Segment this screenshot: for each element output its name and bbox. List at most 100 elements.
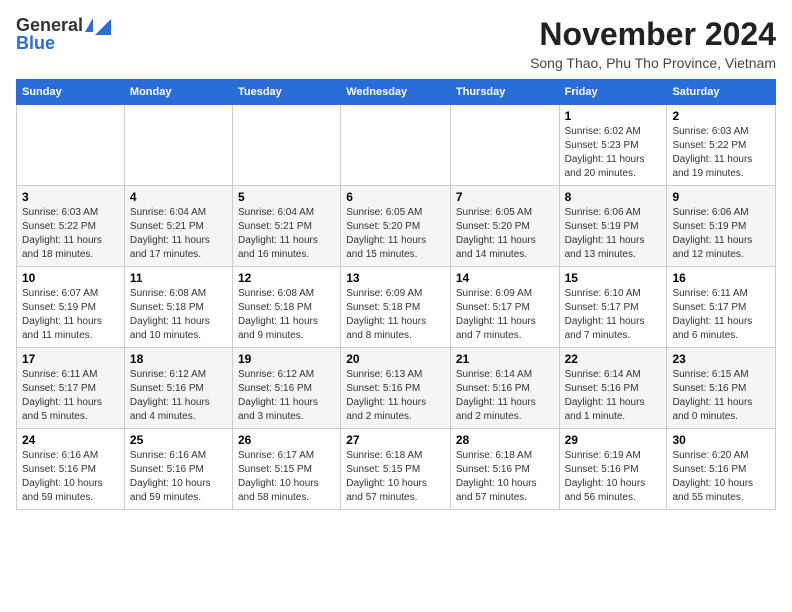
day-cell: 8 Sunrise: 6:06 AMSunset: 5:19 PMDaylight…	[559, 186, 667, 267]
day-cell	[232, 105, 340, 186]
day-number: 21	[456, 352, 554, 366]
day-cell: 2 Sunrise: 6:03 AMSunset: 5:22 PMDaylight…	[667, 105, 776, 186]
day-info: Sunrise: 6:07 AMSunset: 5:19 PMDaylight:…	[22, 287, 119, 343]
day-info: Sunrise: 6:12 AMSunset: 5:16 PMDaylight:…	[130, 368, 227, 424]
day-info: Sunrise: 6:17 AMSunset: 5:15 PMDaylight:…	[238, 449, 335, 505]
day-cell: 10Sunrise: 6:07 AMSunset: 5:19 PMDayligh…	[17, 267, 125, 348]
day-info: Sunrise: 6:10 AMSunset: 5:17 PMDaylight:…	[565, 287, 662, 343]
day-cell: 25 Sunrise: 6:16 AMSunset: 5:16 PMDayligh…	[124, 429, 232, 510]
day-info: Sunrise: 6:12 AMSunset: 5:16 PMDaylight:…	[238, 368, 335, 424]
day-number: 8	[565, 190, 662, 204]
day-number: 30	[672, 433, 770, 447]
day-number: 2	[672, 109, 770, 123]
title-area: November 2024 Song Thao, Phu Tho Provinc…	[530, 16, 776, 71]
day-cell: 30 Sunrise: 6:20 AMSunset: 5:16 PMDayligh…	[667, 429, 776, 510]
day-info: Sunrise: 6:20 AMSunset: 5:16 PMDaylight:…	[672, 449, 770, 505]
week-row-4: 24 Sunrise: 6:16 AMSunset: 5:16 PMDayligh…	[17, 429, 776, 510]
day-cell: 20Sunrise: 6:13 AMSunset: 5:16 PMDayligh…	[341, 348, 451, 429]
day-info: Sunrise: 6:04 AMSunset: 5:21 PMDaylight:…	[130, 206, 227, 262]
day-cell: 22 Sunrise: 6:14 AMSunset: 5:16 PMDayligh…	[559, 348, 667, 429]
day-number: 1	[565, 109, 662, 123]
day-info: Sunrise: 6:08 AMSunset: 5:18 PMDaylight:…	[238, 287, 335, 343]
day-info: Sunrise: 6:16 AMSunset: 5:16 PMDaylight:…	[130, 449, 227, 505]
column-header-sunday: Sunday	[17, 80, 125, 105]
day-info: Sunrise: 6:02 AMSunset: 5:23 PMDaylight:…	[565, 125, 662, 181]
location-subtitle: Song Thao, Phu Tho Province, Vietnam	[530, 55, 776, 71]
day-number: 28	[456, 433, 554, 447]
day-info: Sunrise: 6:04 AMSunset: 5:21 PMDaylight:…	[238, 206, 335, 262]
logo-general: General	[16, 16, 83, 34]
day-cell	[17, 105, 125, 186]
column-header-monday: Monday	[124, 80, 232, 105]
header: General Blue November 2024 Song Thao, Ph…	[16, 16, 776, 71]
day-cell: 18 Sunrise: 6:12 AMSunset: 5:16 PMDayligh…	[124, 348, 232, 429]
week-row-0: 1 Sunrise: 6:02 AMSunset: 5:23 PMDaylight…	[17, 105, 776, 186]
day-number: 6	[346, 190, 445, 204]
day-info: Sunrise: 6:03 AMSunset: 5:22 PMDaylight:…	[22, 206, 119, 262]
day-number: 15	[565, 271, 662, 285]
calendar: SundayMondayTuesdayWednesdayThursdayFrid…	[16, 79, 776, 510]
header-row: SundayMondayTuesdayWednesdayThursdayFrid…	[17, 80, 776, 105]
day-number: 16	[672, 271, 770, 285]
column-header-saturday: Saturday	[667, 80, 776, 105]
logo-icon	[85, 18, 93, 32]
day-info: Sunrise: 6:18 AMSunset: 5:16 PMDaylight:…	[456, 449, 554, 505]
day-cell: 7 Sunrise: 6:05 AMSunset: 5:20 PMDaylight…	[450, 186, 559, 267]
day-cell: 27Sunrise: 6:18 AMSunset: 5:15 PMDayligh…	[341, 429, 451, 510]
day-cell: 5 Sunrise: 6:04 AMSunset: 5:21 PMDaylight…	[232, 186, 340, 267]
day-info: Sunrise: 6:09 AMSunset: 5:17 PMDaylight:…	[456, 287, 554, 343]
day-number: 14	[456, 271, 554, 285]
day-info: Sunrise: 6:11 AMSunset: 5:17 PMDaylight:…	[672, 287, 770, 343]
month-title: November 2024	[530, 16, 776, 53]
day-cell: 6Sunrise: 6:05 AMSunset: 5:20 PMDaylight…	[341, 186, 451, 267]
day-number: 29	[565, 433, 662, 447]
day-info: Sunrise: 6:06 AMSunset: 5:19 PMDaylight:…	[565, 206, 662, 262]
day-cell: 21 Sunrise: 6:14 AMSunset: 5:16 PMDayligh…	[450, 348, 559, 429]
day-number: 4	[130, 190, 227, 204]
day-cell: 4 Sunrise: 6:04 AMSunset: 5:21 PMDaylight…	[124, 186, 232, 267]
day-number: 18	[130, 352, 227, 366]
day-info: Sunrise: 6:14 AMSunset: 5:16 PMDaylight:…	[565, 368, 662, 424]
day-cell: 23 Sunrise: 6:15 AMSunset: 5:16 PMDayligh…	[667, 348, 776, 429]
day-info: Sunrise: 6:13 AMSunset: 5:16 PMDaylight:…	[346, 368, 445, 424]
column-header-tuesday: Tuesday	[232, 80, 340, 105]
day-cell: 24 Sunrise: 6:16 AMSunset: 5:16 PMDayligh…	[17, 429, 125, 510]
day-number: 22	[565, 352, 662, 366]
day-number: 7	[456, 190, 554, 204]
day-info: Sunrise: 6:16 AMSunset: 5:16 PMDaylight:…	[22, 449, 119, 505]
day-info: Sunrise: 6:19 AMSunset: 5:16 PMDaylight:…	[565, 449, 662, 505]
day-cell: 14 Sunrise: 6:09 AMSunset: 5:17 PMDayligh…	[450, 267, 559, 348]
day-info: Sunrise: 6:11 AMSunset: 5:17 PMDaylight:…	[22, 368, 119, 424]
day-cell	[450, 105, 559, 186]
day-cell: 3Sunrise: 6:03 AMSunset: 5:22 PMDaylight…	[17, 186, 125, 267]
day-number: 9	[672, 190, 770, 204]
column-header-wednesday: Wednesday	[341, 80, 451, 105]
day-cell	[341, 105, 451, 186]
day-number: 5	[238, 190, 335, 204]
day-info: Sunrise: 6:03 AMSunset: 5:22 PMDaylight:…	[672, 125, 770, 181]
day-number: 23	[672, 352, 770, 366]
column-header-thursday: Thursday	[450, 80, 559, 105]
day-cell: 11Sunrise: 6:08 AMSunset: 5:18 PMDayligh…	[124, 267, 232, 348]
day-cell: 12 Sunrise: 6:08 AMSunset: 5:18 PMDayligh…	[232, 267, 340, 348]
day-info: Sunrise: 6:14 AMSunset: 5:16 PMDaylight:…	[456, 368, 554, 424]
day-number: 12	[238, 271, 335, 285]
day-cell: 17 Sunrise: 6:11 AMSunset: 5:17 PMDayligh…	[17, 348, 125, 429]
day-cell: 9 Sunrise: 6:06 AMSunset: 5:19 PMDaylight…	[667, 186, 776, 267]
day-cell	[124, 105, 232, 186]
day-cell: 26Sunrise: 6:17 AMSunset: 5:15 PMDayligh…	[232, 429, 340, 510]
day-info: Sunrise: 6:06 AMSunset: 5:19 PMDaylight:…	[672, 206, 770, 262]
week-row-2: 10Sunrise: 6:07 AMSunset: 5:19 PMDayligh…	[17, 267, 776, 348]
day-number: 17	[22, 352, 119, 366]
day-number: 11	[130, 271, 227, 285]
day-number: 25	[130, 433, 227, 447]
day-cell: 19Sunrise: 6:12 AMSunset: 5:16 PMDayligh…	[232, 348, 340, 429]
day-cell: 29 Sunrise: 6:19 AMSunset: 5:16 PMDayligh…	[559, 429, 667, 510]
day-info: Sunrise: 6:15 AMSunset: 5:16 PMDaylight:…	[672, 368, 770, 424]
day-cell: 28 Sunrise: 6:18 AMSunset: 5:16 PMDayligh…	[450, 429, 559, 510]
logo-blue: Blue	[16, 34, 55, 52]
day-number: 24	[22, 433, 119, 447]
day-info: Sunrise: 6:18 AMSunset: 5:15 PMDaylight:…	[346, 449, 445, 505]
day-info: Sunrise: 6:05 AMSunset: 5:20 PMDaylight:…	[456, 206, 554, 262]
day-number: 13	[346, 271, 445, 285]
